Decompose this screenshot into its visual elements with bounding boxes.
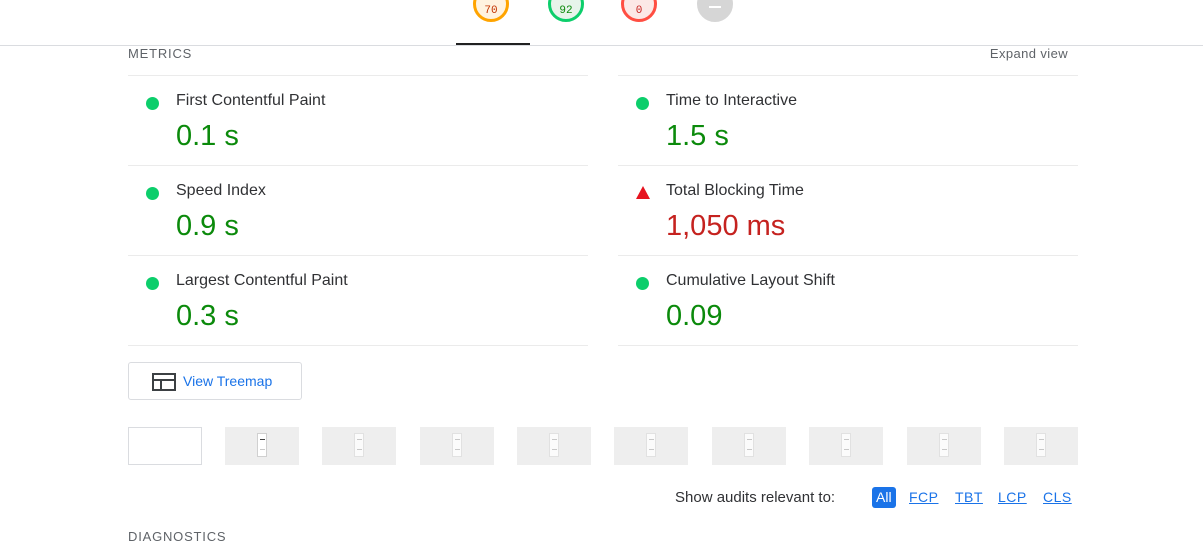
score-gauge-value: 70 — [484, 5, 498, 17]
filter-chip-all[interactable]: All — [872, 487, 896, 508]
filmstrip-frame — [225, 427, 299, 465]
diagnostics-heading: DIAGNOSTICS — [128, 529, 227, 544]
view-treemap-button[interactable]: View Treemap — [128, 362, 302, 400]
metric-value: 0.3 s — [176, 300, 239, 332]
filmstrip-frame — [517, 427, 591, 465]
filmstrip-frame — [907, 427, 981, 465]
filter-chip-lcp[interactable]: LCP — [998, 487, 1027, 508]
active-tab-indicator — [456, 43, 530, 45]
page-thumbnail — [841, 433, 851, 457]
filmstrip-frame — [712, 427, 786, 465]
metric-cumulative-layout-shift: Cumulative Layout Shift 0.09 — [618, 255, 1078, 345]
score-gauge-value: 92 — [559, 5, 573, 17]
metric-value: 1,050 ms — [666, 210, 786, 242]
filmstrip-frame — [128, 427, 202, 465]
page-thumbnail — [744, 433, 754, 457]
page-thumbnail — [646, 433, 656, 457]
audit-filter-label: Show audits relevant to: — [675, 489, 836, 506]
page-thumbnail — [1036, 433, 1046, 457]
metric-time-to-interactive: Time to Interactive 1.5 s — [618, 75, 1078, 165]
metric-value: 0.9 s — [176, 210, 239, 242]
metric-speed-index: Speed Index 0.9 s — [128, 165, 588, 255]
page-thumbnail — [939, 433, 949, 457]
metric-divider — [618, 345, 1078, 346]
filmstrip-frame — [614, 427, 688, 465]
score-gauge-accessibility[interactable]: 92 — [548, 0, 584, 22]
filter-chip-tbt[interactable]: TBT — [955, 487, 983, 508]
page-thumbnail — [257, 433, 267, 457]
treemap-icon — [152, 373, 176, 391]
view-treemap-label: View Treemap — [183, 373, 273, 389]
page-thumbnail — [354, 433, 364, 457]
pass-circle-icon — [146, 97, 159, 110]
metric-first-contentful-paint: First Contentful Paint 0.1 s — [128, 75, 588, 165]
metric-label: Total Blocking Time — [666, 182, 804, 199]
metric-value: 1.5 s — [666, 120, 729, 152]
expand-view-toggle[interactable]: Expand view — [990, 46, 1068, 61]
score-gauge-performance[interactable]: 70 — [473, 0, 509, 22]
score-gauge-pwa[interactable] — [697, 0, 733, 22]
filter-chip-cls[interactable]: CLS — [1043, 487, 1072, 508]
metrics-heading: METRICS — [128, 46, 193, 61]
filmstrip-frame — [322, 427, 396, 465]
score-gauge-value: 0 — [635, 5, 643, 17]
pass-circle-icon — [146, 187, 159, 200]
dash-icon — [709, 6, 721, 8]
metric-label: Cumulative Layout Shift — [666, 272, 835, 289]
metric-largest-contentful-paint: Largest Contentful Paint 0.3 s — [128, 255, 588, 345]
pass-circle-icon — [146, 277, 159, 290]
filmstrip-frame — [1004, 427, 1078, 465]
fail-triangle-icon — [636, 186, 650, 199]
pass-circle-icon — [636, 277, 649, 290]
metric-value: 0.1 s — [176, 120, 239, 152]
metric-label: Largest Contentful Paint — [176, 272, 348, 289]
filmstrip-frame — [809, 427, 883, 465]
score-tab-bar: 70 92 0 — [0, 0, 1203, 46]
metric-label: Time to Interactive — [666, 92, 798, 109]
metric-divider — [128, 345, 588, 346]
pass-circle-icon — [636, 97, 649, 110]
metric-label: First Contentful Paint — [176, 92, 326, 109]
score-gauge-best-practices[interactable]: 0 — [621, 0, 657, 22]
metric-label: Speed Index — [176, 182, 266, 199]
metric-value: 0.09 — [666, 300, 723, 332]
page-thumbnail — [452, 433, 462, 457]
metric-total-blocking-time: Total Blocking Time 1,050 ms — [618, 165, 1078, 255]
filter-chip-fcp[interactable]: FCP — [909, 487, 939, 508]
page-thumbnail — [549, 433, 559, 457]
filmstrip-frame — [420, 427, 494, 465]
